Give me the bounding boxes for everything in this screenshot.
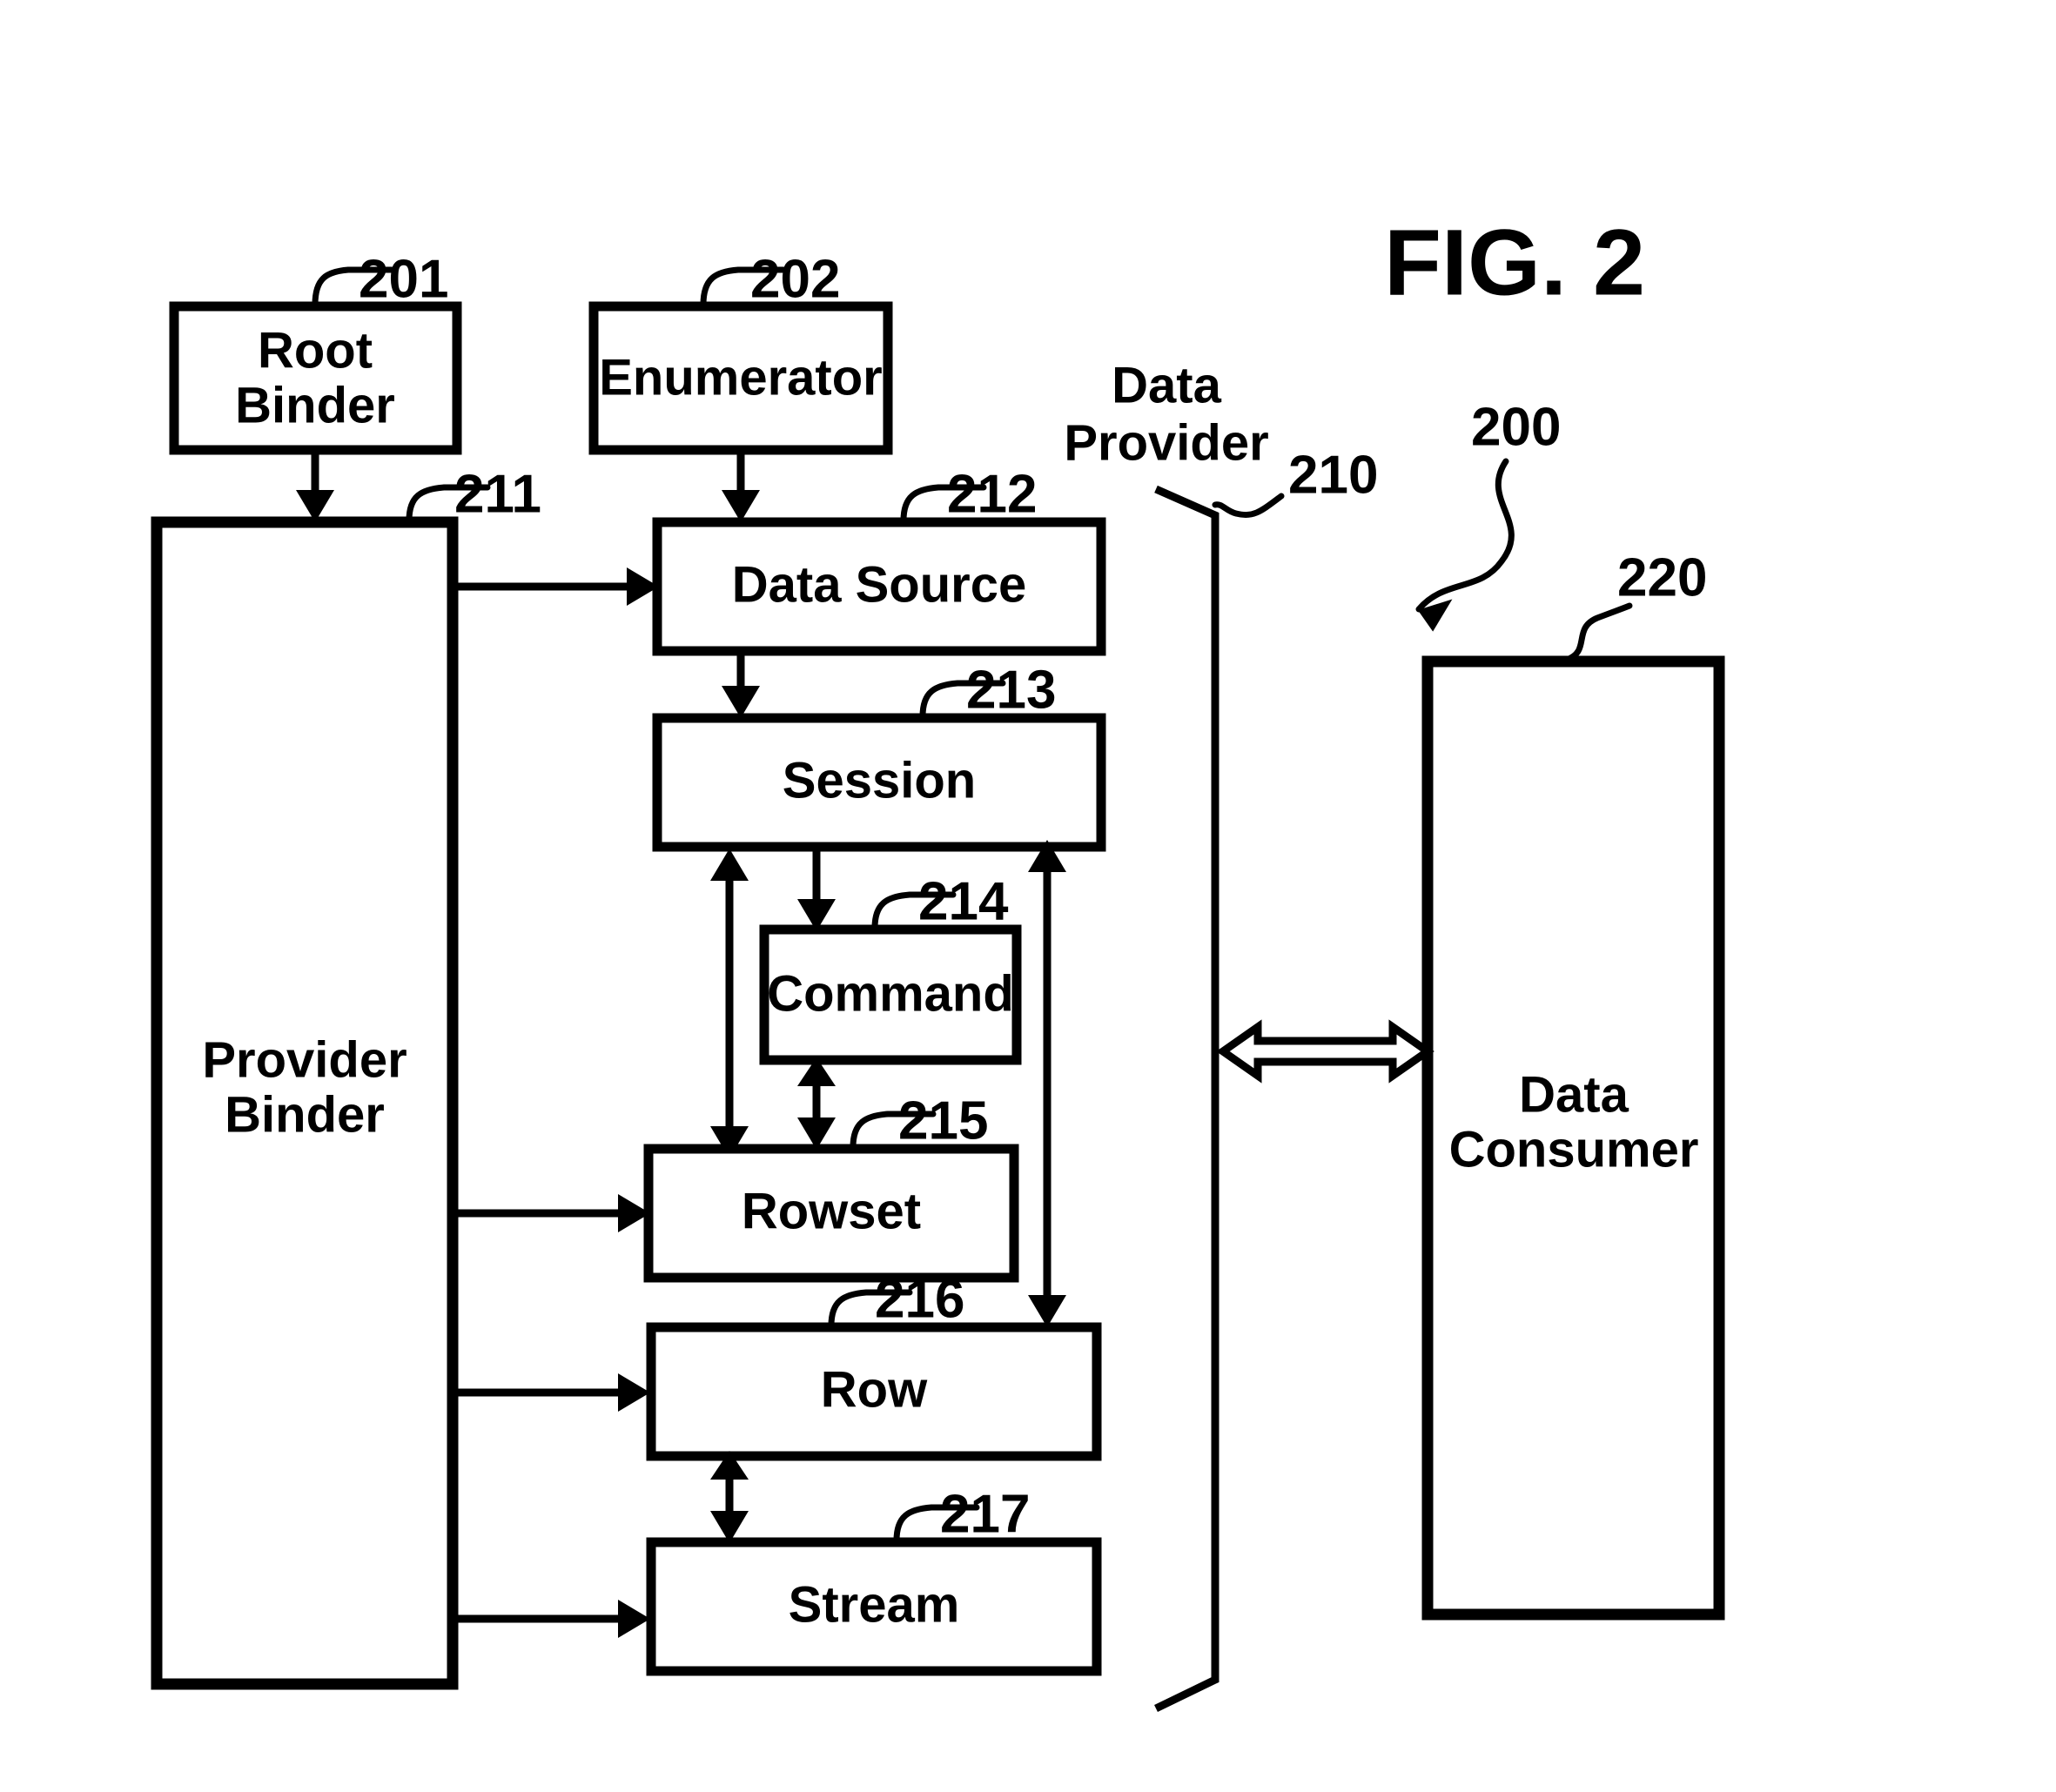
system-ref-leader [1415, 458, 1515, 613]
session-ref-213: 213 [966, 660, 1056, 720]
data-provider-ref-leader [1212, 493, 1285, 519]
data-consumer-label-line2: Consumer [1449, 1121, 1699, 1178]
provider-binder-ref-211: 211 [454, 464, 541, 524]
arrow-enumerator-to-datasource-head [722, 490, 760, 522]
arrow-session-row-head-down [1028, 1295, 1066, 1327]
patent-figure: FIG. 2 200 Data Provider 210 Root Binder… [0, 0, 2056, 1792]
root-binder-label-line1: Root [258, 322, 373, 379]
enumerator-ref-202: 202 [750, 249, 840, 309]
stream-label: Stream [789, 1576, 960, 1633]
command-label: Command [767, 965, 1014, 1022]
arrow-providerbinder-to-stream-head [618, 1600, 650, 1638]
arrow-providerbinder-to-row-head [618, 1373, 650, 1412]
root-binder-ref-201: 201 [359, 249, 448, 309]
figure-canvas: FIG. 2 200 Data Provider 210 Root Binder… [151, 210, 1725, 1713]
data-source-label: Data Source [732, 556, 1026, 613]
data-consumer-ref-leader [1563, 602, 1633, 663]
data-provider-label-line1: Data [1112, 357, 1221, 413]
row-label: Row [821, 1361, 928, 1418]
data-provider-boundary [1154, 485, 1219, 1713]
row-ref-216: 216 [875, 1269, 964, 1329]
provider-binder-label-line2: Binder [225, 1086, 385, 1143]
data-consumer-ref-220: 220 [1617, 547, 1707, 607]
data-provider-ref-210: 210 [1288, 445, 1378, 505]
arrow-session-rowset-head-up [710, 849, 749, 881]
command-ref-214: 214 [918, 871, 1009, 931]
data-source-ref-212: 212 [947, 464, 1037, 524]
data-provider-label-line2: Provider [1064, 414, 1268, 471]
session-label: Session [783, 752, 976, 809]
rowset-label: Rowset [742, 1183, 921, 1239]
data-consumer-label-line1: Data [1519, 1066, 1629, 1123]
enumerator-label: Enumerator [599, 349, 883, 406]
provider-binder-label-line1: Provider [202, 1031, 406, 1088]
arrow-provider-consumer-double [1216, 1019, 1434, 1084]
arrow-datasource-to-session-head [722, 686, 760, 718]
root-binder-label-line2: Binder [235, 377, 395, 433]
rowset-ref-215: 215 [898, 1091, 988, 1151]
figure-title: FIG. 2 [1384, 210, 1645, 315]
system-ref-200: 200 [1471, 397, 1561, 457]
stream-ref-217: 217 [940, 1484, 1030, 1544]
